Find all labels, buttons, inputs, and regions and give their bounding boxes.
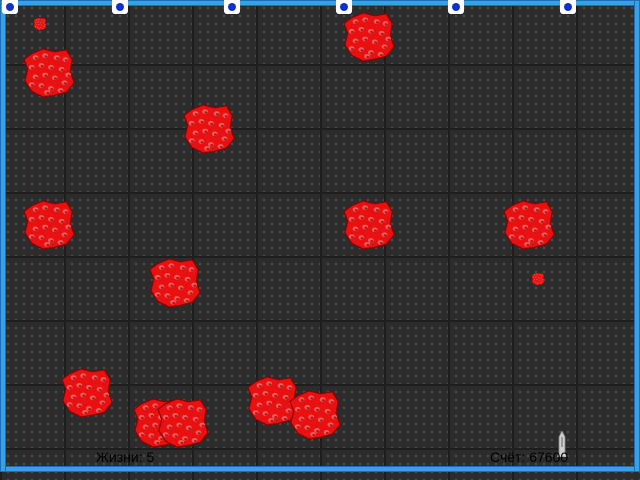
- asteroid-icon: [531, 272, 545, 286]
- turret-icon: [2, 0, 18, 14]
- asteroid-icon: [148, 256, 202, 310]
- asteroid-icon: [156, 396, 210, 450]
- asteroid-icon: [60, 366, 114, 420]
- turret-icon: [224, 0, 240, 14]
- turret-icon: [448, 0, 464, 14]
- asteroid-icon: [33, 17, 47, 31]
- lives-counter: Жизни: 5: [96, 449, 155, 465]
- score-counter: Счёт: 67600: [490, 449, 569, 465]
- turret-icon: [112, 0, 128, 14]
- asteroid-icon: [22, 198, 76, 252]
- frame-top-border: [0, 0, 640, 6]
- turret-icon: [560, 0, 576, 14]
- asteroid-icon: [502, 198, 556, 252]
- asteroid-icon: [22, 46, 76, 100]
- frame-right-border: [634, 0, 640, 472]
- asteroid-icon: [342, 198, 396, 252]
- asteroid-icon: [182, 102, 236, 156]
- frame-left-border: [0, 0, 6, 472]
- asteroid-icon: [342, 10, 396, 64]
- game-field[interactable]: Жизни: 5 Счёт: 67600: [0, 0, 640, 480]
- asteroid-icon: [288, 388, 342, 442]
- frame-bottom-border: [0, 466, 640, 472]
